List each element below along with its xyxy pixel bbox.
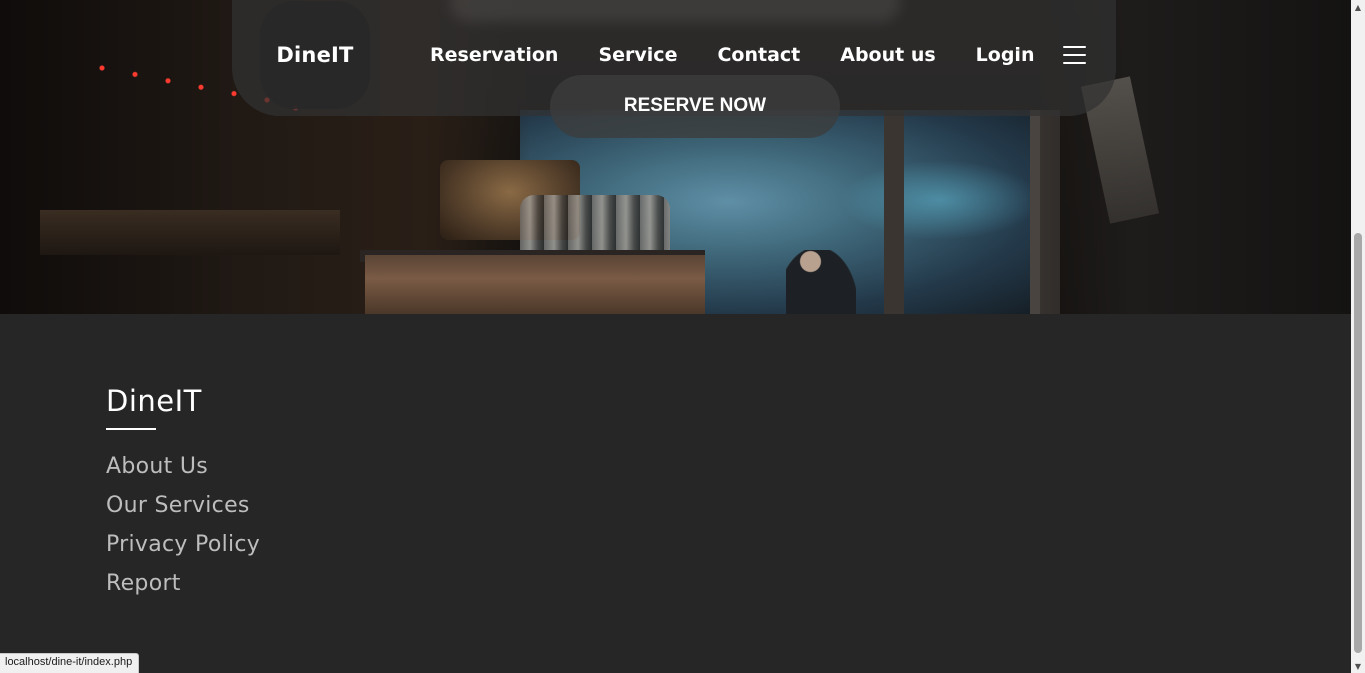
footer-brand: DineIT	[106, 384, 202, 418]
footer-link-privacy-policy[interactable]: Privacy Policy	[106, 532, 260, 557]
hero-counter	[365, 255, 705, 314]
footer-link-item: Privacy Policy	[106, 532, 260, 571]
status-bar-url: localhost/dine-it/index.php	[0, 653, 140, 673]
nav-link-contact[interactable]: Contact	[707, 44, 810, 66]
nav-link-service[interactable]: Service	[588, 44, 687, 66]
footer-link-item: Report	[106, 571, 260, 610]
scroll-up-arrow-icon[interactable]: ▲	[1351, 0, 1365, 14]
hero-shelf	[40, 210, 340, 255]
footer-link-report[interactable]: Report	[106, 571, 181, 596]
footer-link-about-us[interactable]: About Us	[106, 454, 208, 479]
scrollbar-thumb[interactable]	[1354, 233, 1362, 653]
footer-link-our-services[interactable]: Our Services	[106, 493, 250, 518]
footer: DineIT About Us Our Services Privacy Pol…	[0, 314, 1351, 673]
menu-bar	[1063, 54, 1086, 56]
footer-brand-underline	[106, 428, 156, 430]
reserve-now-label: RESERVE NOW	[623, 94, 767, 116]
hero-pillar	[884, 110, 904, 314]
footer-link-item: About Us	[106, 454, 260, 493]
nav-link-about-us[interactable]: About us	[830, 44, 945, 66]
page-viewport: DineIT Reservation Service Contact About…	[0, 0, 1351, 673]
hero-person	[786, 250, 856, 314]
nav-link-login[interactable]: Login	[966, 44, 1045, 66]
footer-link-item: Our Services	[106, 493, 260, 532]
menu-bar	[1063, 62, 1086, 64]
hero-jars	[520, 195, 670, 255]
menu-bar	[1063, 46, 1086, 48]
nav-logo[interactable]: DineIT	[260, 1, 370, 109]
hamburger-menu-icon[interactable]	[1063, 46, 1087, 64]
vertical-scrollbar[interactable]: ▲ ▼	[1351, 0, 1365, 673]
hero-window-glow	[840, 160, 1040, 240]
nav-link-reservation[interactable]: Reservation	[420, 44, 568, 66]
reserve-now-button[interactable]: RESERVE NOW	[550, 75, 840, 138]
nav-links: Reservation Service Contact About us Log…	[420, 42, 1044, 68]
footer-links: About Us Our Services Privacy Policy Rep…	[106, 454, 260, 610]
scroll-down-arrow-icon[interactable]: ▼	[1351, 659, 1365, 673]
